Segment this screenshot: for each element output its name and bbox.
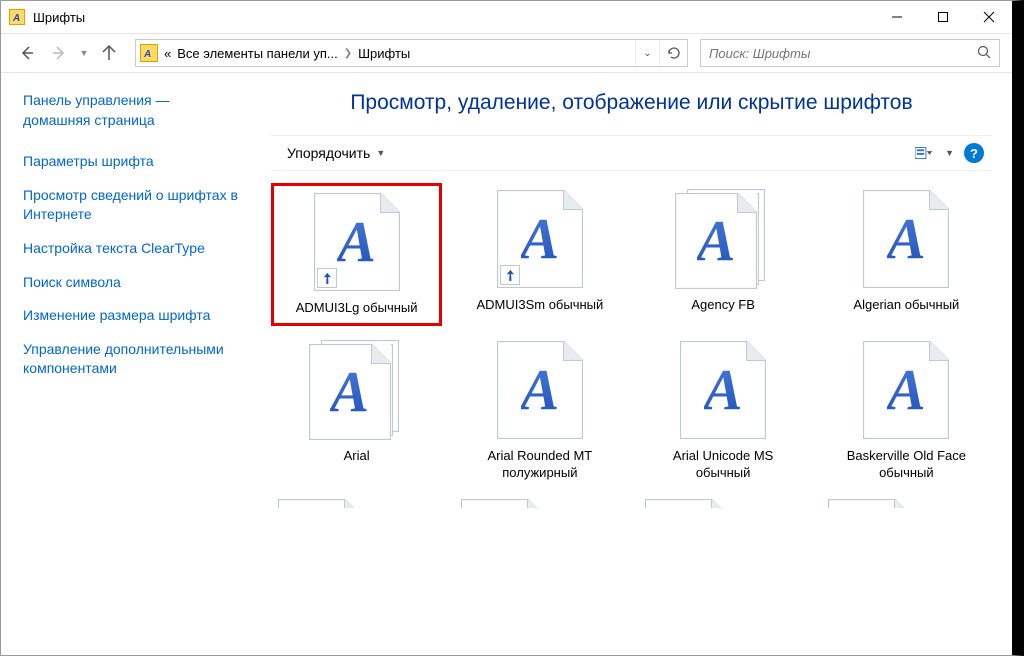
refresh-button[interactable] [659, 40, 687, 66]
svg-text:A: A [144, 49, 151, 58]
font-item-algerian[interactable]: A Algerian обычный [821, 183, 992, 326]
font-thumb: A [307, 340, 407, 440]
navigation-bar: ▼ A « Все элементы панели уп... ❯ Шрифты… [1, 33, 1012, 73]
window-title: Шрифты [33, 10, 85, 25]
font-item-arial-unicode[interactable]: A Arial Unicode MS обычный [638, 334, 809, 488]
app-icon: A [9, 9, 25, 25]
font-label: ADMUI3Sm обычный [476, 297, 603, 314]
page-title: Просмотр, удаление, отображение или скры… [271, 83, 992, 135]
breadcrumb-prefix: « [164, 46, 171, 61]
sidebar: Панель управления — домашняя страница Па… [1, 73, 261, 655]
recent-locations-button[interactable]: ▼ [77, 48, 91, 58]
breadcrumb: « Все элементы панели уп... ❯ Шрифты [164, 46, 635, 61]
help-button[interactable]: ? [964, 143, 984, 163]
font-label: ADMUI3Lg обычный [296, 300, 418, 317]
main-pane: Просмотр, удаление, отображение или скры… [261, 73, 1012, 655]
font-item-arial-rounded[interactable]: A Arial Rounded MT полужирный [454, 334, 625, 488]
font-thumb: A [490, 340, 590, 440]
forward-button[interactable] [45, 39, 73, 67]
search-box[interactable] [700, 39, 1000, 67]
font-item-agencyfb[interactable]: A Agency FB [638, 183, 809, 326]
font-thumb: A ➚ [307, 192, 407, 292]
breadcrumb-item[interactable]: Шрифты [358, 46, 410, 61]
font-thumb: A ➚ [490, 189, 590, 289]
breadcrumb-item[interactable]: Все элементы панели уп... [177, 46, 338, 61]
font-thumb: A [673, 340, 773, 440]
sidebar-home-link[interactable]: Панель управления — домашняя страница [23, 91, 239, 130]
search-icon[interactable] [977, 45, 991, 62]
font-grid: A ➚ ADMUI3Lg обычный A ➚ ADMUI3Sm обычны… [271, 171, 992, 488]
address-bar[interactable]: A « Все элементы панели уп... ❯ Шрифты ⌄ [135, 39, 688, 67]
location-icon: A [140, 44, 158, 62]
font-grid-peek [271, 488, 992, 508]
font-label: Arial Unicode MS обычный [653, 448, 793, 482]
toolbar: Упорядочить ▼ ▼ ? [271, 135, 992, 171]
view-options-button[interactable] [915, 145, 935, 161]
organize-button[interactable]: Упорядочить ▼ [279, 141, 393, 165]
sidebar-link-4[interactable]: Изменение размера шрифта [23, 306, 239, 326]
window-controls [874, 1, 1012, 33]
font-label: Arial [344, 448, 370, 465]
address-dropdown-button[interactable]: ⌄ [635, 40, 659, 66]
font-item-baskerville[interactable]: A Baskerville Old Face обычный [821, 334, 992, 488]
chevron-down-icon: ▼ [376, 148, 385, 158]
font-label: Baskerville Old Face обычный [836, 448, 976, 482]
toolbar-right: ▼ ? [915, 143, 984, 163]
font-item-admui3sm[interactable]: A ➚ ADMUI3Sm обычный [454, 183, 625, 326]
sidebar-link-1[interactable]: Просмотр сведений о шрифтах в Интернете [23, 186, 239, 225]
chevron-down-icon[interactable]: ▼ [945, 148, 954, 158]
back-button[interactable] [13, 39, 41, 67]
search-input[interactable] [709, 46, 977, 61]
font-thumb: A [856, 340, 956, 440]
content-area: Панель управления — домашняя страница Па… [1, 73, 1012, 655]
font-thumb: A [673, 189, 773, 289]
font-label: Agency FB [691, 297, 755, 314]
minimize-button[interactable] [874, 1, 920, 33]
font-item-admui3lg[interactable]: A ➚ ADMUI3Lg обычный [271, 183, 442, 326]
sidebar-link-2[interactable]: Настройка текста ClearType [23, 239, 239, 259]
close-button[interactable] [966, 1, 1012, 33]
shortcut-icon: ➚ [500, 265, 520, 285]
up-button[interactable] [95, 39, 123, 67]
maximize-button[interactable] [920, 1, 966, 33]
shortcut-icon: ➚ [317, 268, 337, 288]
font-item-arial[interactable]: A Arial [271, 334, 442, 488]
organize-label: Упорядочить [287, 145, 370, 161]
sidebar-link-5[interactable]: Управление дополнительными компонентами [23, 340, 239, 379]
chevron-right-icon[interactable]: ❯ [344, 48, 352, 59]
font-thumb: A [856, 189, 956, 289]
font-label: Algerian обычный [853, 297, 959, 314]
sidebar-link-3[interactable]: Поиск символа [23, 273, 239, 293]
title-bar: A Шрифты [1, 1, 1012, 33]
font-label: Arial Rounded MT полужирный [470, 448, 610, 482]
sidebar-link-0[interactable]: Параметры шрифта [23, 152, 239, 172]
svg-text:A: A [12, 13, 20, 22]
